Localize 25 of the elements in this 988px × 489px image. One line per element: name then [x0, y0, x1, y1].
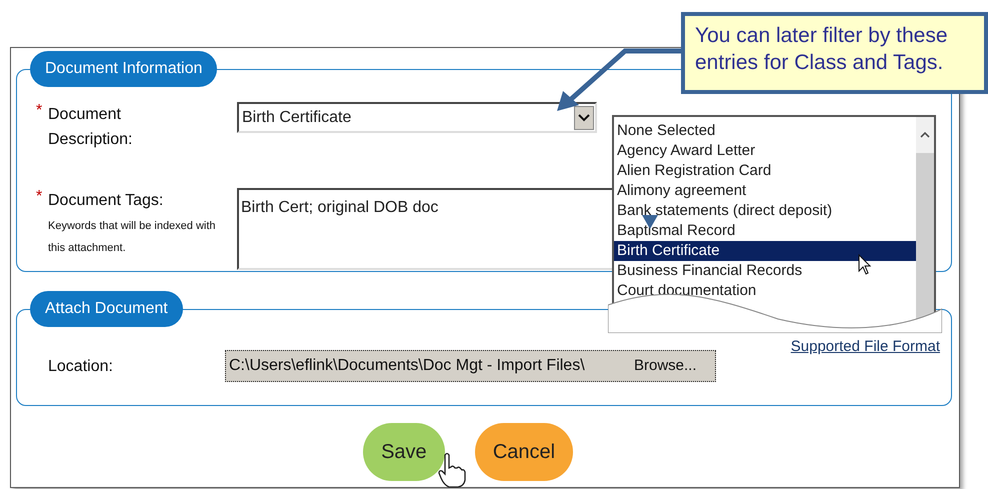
dropdown-option[interactable]: Alien Registration Card	[614, 161, 916, 181]
chevron-up-icon	[920, 132, 930, 138]
section-legend: Document Information	[30, 51, 218, 87]
field-label: Location:	[48, 356, 113, 376]
form-button[interactable]: Cancel	[474, 423, 574, 481]
required-mark: *	[36, 188, 44, 206]
field-hint: Keywords that will be indexed with this attachment.	[48, 219, 217, 256]
description-select[interactable]: Birth Certificate	[237, 102, 597, 133]
arrow-cursor-icon	[858, 254, 872, 276]
field-label: Document Description:	[48, 105, 134, 150]
dropdown-option[interactable]: Bank statements (direct deposit)	[614, 201, 916, 221]
dropdown-option[interactable]: Alimony agreement	[614, 181, 916, 201]
dropdown-option[interactable]: Business Financial Records	[614, 261, 916, 281]
field-label: Document Tags:	[48, 191, 164, 211]
dropdown-option[interactable]: Baptismal Record	[614, 221, 916, 241]
section-legend: Attach Document	[30, 291, 183, 327]
callout-note: You can later filter by these entries for Class and Tags.	[681, 12, 988, 94]
chevron-down-icon	[578, 114, 590, 122]
form-button[interactable]: Save	[362, 423, 445, 481]
dropdown-option[interactable]: Birth Certificate	[614, 241, 916, 261]
dropdown-option[interactable]: Court documentation	[614, 281, 916, 301]
supported-format-link[interactable]: Supported File Format	[790, 336, 940, 358]
dropdown-option[interactable]: Agency Award Letter	[614, 141, 916, 161]
dropdown-option[interactable]: None Selected	[614, 121, 916, 141]
required-mark: *	[36, 102, 44, 120]
